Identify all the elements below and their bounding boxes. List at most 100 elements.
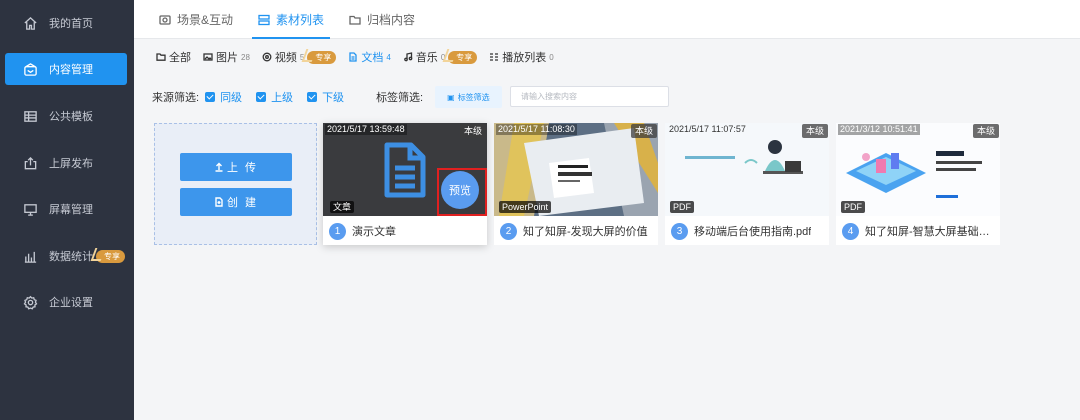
tab-scene[interactable]: 场景&互动 <box>159 0 233 39</box>
vip-badge: 专享 <box>448 50 478 64</box>
main-content: 场景&互动 素材列表 归档内容 全部 图片 28 视频 5 专享 文档 <box>134 0 1080 420</box>
tab-label: 场景&互动 <box>177 13 234 27</box>
music-icon <box>403 52 413 62</box>
card-level-badge: 本级 <box>630 124 657 138</box>
card-caption: 1 演示文章 <box>329 221 483 241</box>
tag-filter-button-label: 标签筛选 <box>457 92 490 102</box>
card-caption: 4 知了知屏-智慧大屏基础功能介绍 <box>842 221 996 241</box>
filter-all[interactable]: 全部 <box>156 49 191 65</box>
card-level-badge: 本级 <box>801 124 828 138</box>
material-card[interactable]: 2021/3/12 10:51:41 本级 PDF 4 知了知屏-智慧大屏基础功… <box>836 123 1000 245</box>
sidebar-item-settings[interactable]: 企业设置 <box>5 286 127 318</box>
checkbox-label: 同级 <box>220 92 243 104</box>
video-icon <box>262 52 272 62</box>
card-caption: 3 移动端后台使用指南.pdf <box>671 221 825 241</box>
chart-icon <box>22 248 38 264</box>
card-index: 3 <box>671 222 688 240</box>
card-timestamp: 2021/5/17 13:59:48 <box>325 124 407 135</box>
filter-count: 28 <box>241 52 250 62</box>
publish-icon <box>22 155 38 171</box>
tab-archive[interactable]: 归档内容 <box>349 0 415 39</box>
tag-icon: ▣ <box>447 92 455 102</box>
sidebar-item-label: 内容管理 <box>49 64 93 76</box>
sidebar-item-template[interactable]: 公共模板 <box>5 100 127 132</box>
tab-bar: 场景&互动 素材列表 归档内容 <box>134 0 1080 39</box>
search-input[interactable] <box>510 86 669 107</box>
playlist-icon <box>489 52 499 62</box>
filter-label: 图片 <box>216 52 238 64</box>
filter-label: 文档 <box>361 52 384 64</box>
scene-icon <box>159 14 171 26</box>
filter-label: 全部 <box>169 52 191 64</box>
checkbox-icon <box>307 92 318 102</box>
create-button[interactable]: 创 建 <box>180 188 292 216</box>
filter-label: 视频 <box>274 52 297 64</box>
checkbox-icon <box>205 92 216 102</box>
card-title: 移动端后台使用指南.pdf <box>694 226 812 238</box>
sidebar-item-label: 上屏发布 <box>49 158 93 170</box>
source-checkbox-lower[interactable]: 下级 <box>307 89 344 105</box>
type-filter-bar: 全部 图片 28 视频 5 专享 文档 4 音乐 0 专享 播放列表 0 <box>134 40 1080 74</box>
card-type-tag: PowerPoint <box>499 201 552 213</box>
card-type-tag: 文章 <box>330 201 355 213</box>
template-icon <box>22 108 38 124</box>
card-thumbnail: 2021/5/17 11:08:30 本级 PowerPoint <box>494 123 658 216</box>
source-checkbox-upper[interactable]: 上级 <box>256 89 293 105</box>
material-card[interactable]: 2021/5/17 13:59:48 本级 文章 预览 1 演示文章 <box>323 123 487 245</box>
sidebar-item-publish[interactable]: 上屏发布 <box>5 147 127 179</box>
card-index: 4 <box>842 222 859 240</box>
sidebar-item-stats[interactable]: 数据统计 专享 <box>5 240 127 272</box>
card-thumbnail: 2021/5/17 11:07:57 本级 PDF <box>665 123 829 216</box>
upload-button[interactable]: 上 传 <box>180 153 292 181</box>
sidebar-item-screen[interactable]: 屏幕管理 <box>5 193 127 225</box>
card-thumbnail: 2021/5/17 13:59:48 本级 文章 预览 <box>323 123 487 216</box>
folder-icon <box>349 14 361 26</box>
sidebar-item-label: 我的首页 <box>49 18 93 30</box>
card-level-badge: 本级 <box>459 124 486 138</box>
upload-button-label: 上 传 <box>226 162 259 174</box>
filter-music[interactable]: 音乐 0 专享 <box>403 49 478 65</box>
tab-label: 归档内容 <box>367 13 416 27</box>
card-type-tag: PDF <box>670 201 694 213</box>
monitor-icon <box>22 201 38 217</box>
card-index: 1 <box>329 222 346 240</box>
sidebar: 我的首页 内容管理 公共模板 上屏发布 屏幕管理 数据统计 专享 企业设置 <box>0 0 134 420</box>
upload-area: 上 传 创 建 <box>154 123 317 245</box>
card-title: 演示文章 <box>352 226 396 238</box>
tag-filter-label: 标签筛选: <box>376 92 424 104</box>
tag-filter-button[interactable]: ▣ 标签筛选 <box>435 86 502 108</box>
upload-icon <box>214 162 224 172</box>
folder-icon <box>156 52 166 62</box>
source-checkbox-same[interactable]: 同级 <box>205 89 242 105</box>
filter-image[interactable]: 图片 28 <box>203 49 250 65</box>
content-icon <box>22 61 38 77</box>
filter-count: 4 <box>386 52 391 62</box>
card-caption: 2 知了知屏-发现大屏的价值 <box>500 221 654 241</box>
card-title: 知了知屏-智慧大屏基础功能介绍 <box>865 226 996 238</box>
sidebar-item-content[interactable]: 内容管理 <box>5 53 127 85</box>
create-button-label: 创 建 <box>226 197 259 209</box>
checkbox-label: 下级 <box>322 92 345 104</box>
card-timestamp: 2021/3/12 10:51:41 <box>838 124 920 135</box>
tab-material-list[interactable]: 素材列表 <box>251 0 331 39</box>
material-card[interactable]: 2021/5/17 11:08:30 本级 PowerPoint 2 知了知屏-… <box>494 123 658 245</box>
card-type-tag: PDF <box>841 201 865 213</box>
checkbox-label: 上级 <box>271 92 294 104</box>
filter-video[interactable]: 视频 5 专享 <box>262 49 337 65</box>
filter-playlist[interactable]: 播放列表 0 <box>489 49 554 65</box>
vip-badge: 专享 <box>96 249 125 263</box>
tab-label: 素材列表 <box>276 13 325 27</box>
preview-button[interactable]: 预览 <box>441 171 479 209</box>
sidebar-item-home[interactable]: 我的首页 <box>5 7 127 39</box>
document-icon <box>348 52 358 62</box>
filter-label: 播放列表 <box>502 52 547 64</box>
image-icon <box>203 52 213 62</box>
checkbox-icon <box>256 92 267 102</box>
card-timestamp: 2021/5/17 11:08:30 <box>496 124 577 135</box>
filter-row: 来源筛选: 同级 上级 下级 标签筛选: ▣ 标签筛选 <box>134 82 1080 112</box>
filter-document[interactable]: 文档 4 <box>348 49 391 65</box>
card-thumbnail: 2021/3/12 10:51:41 本级 PDF <box>836 123 1000 216</box>
home-icon <box>22 15 38 31</box>
material-card[interactable]: 2021/5/17 11:07:57 本级 PDF 3 移动端后台使用指南.pd… <box>665 123 829 245</box>
card-title: 知了知屏-发现大屏的价值 <box>523 226 648 238</box>
